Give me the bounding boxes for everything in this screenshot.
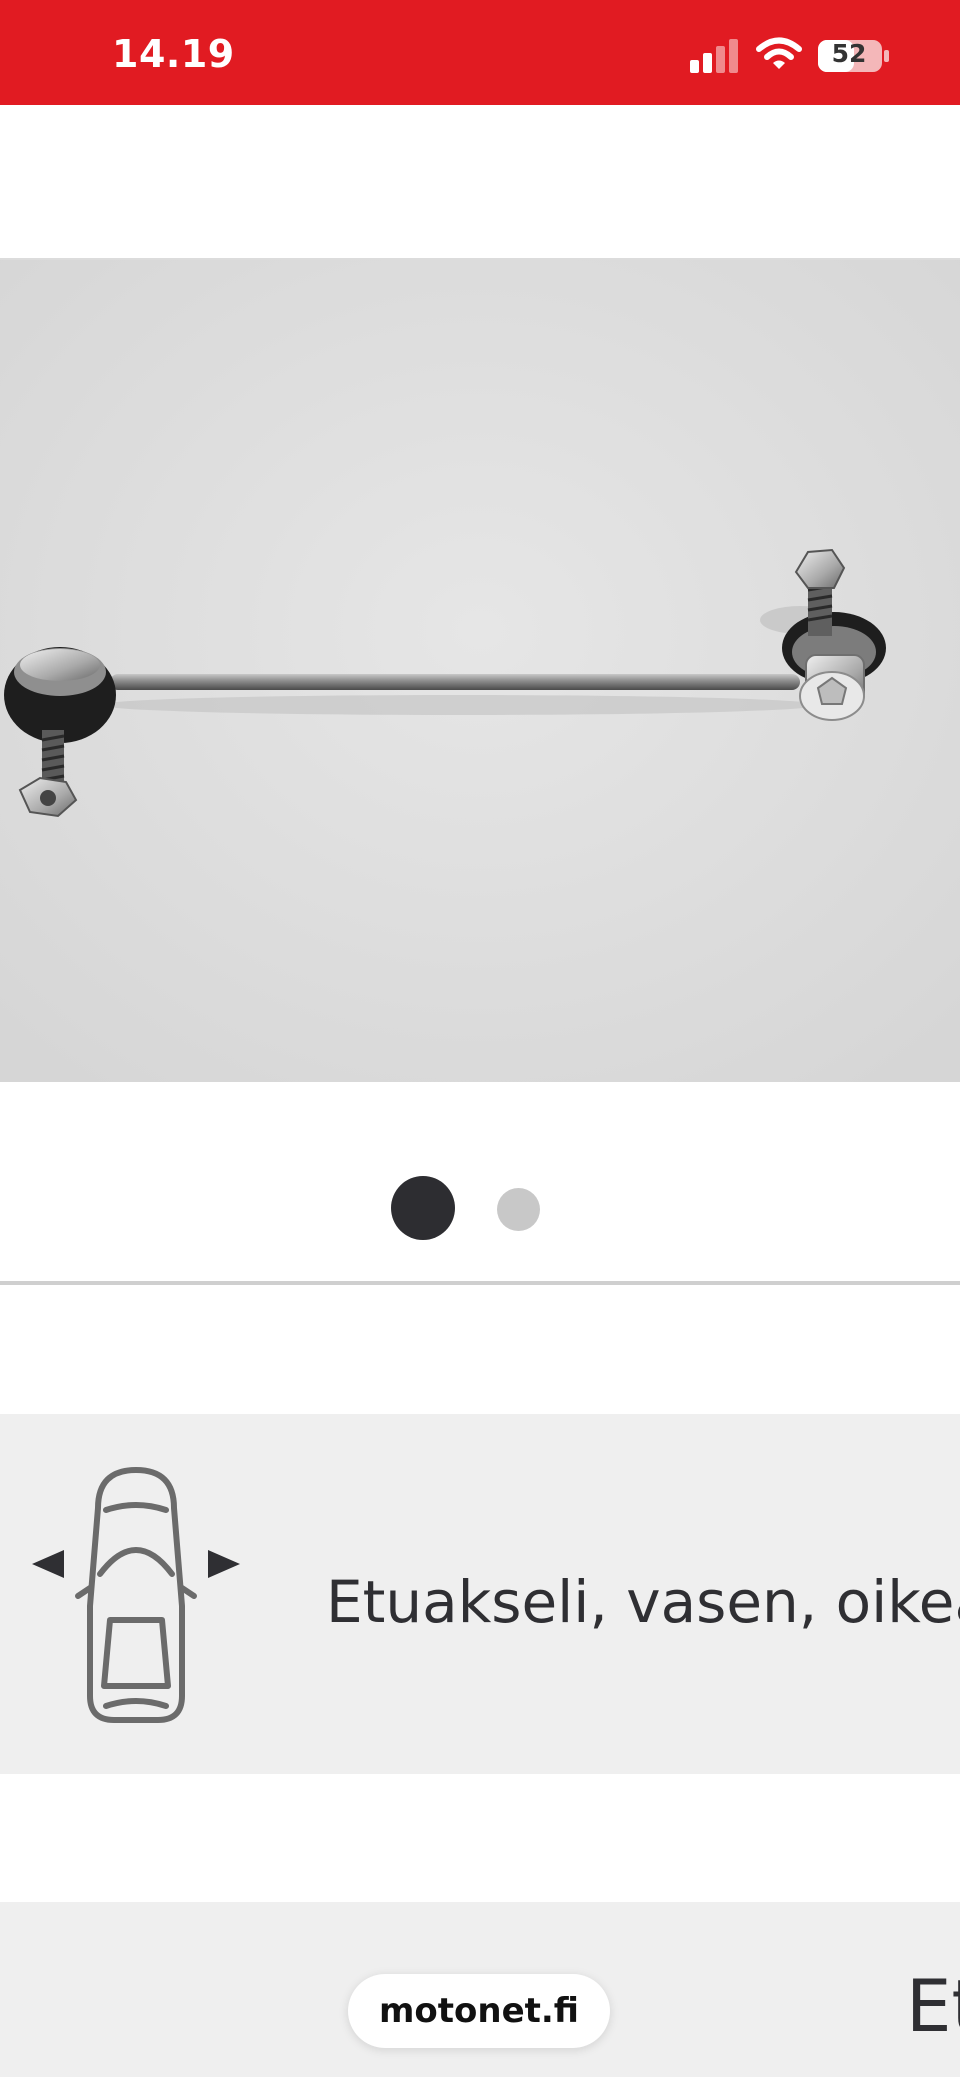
battery-level: 52 (831, 39, 867, 68)
status-bar: 14.19 52 (0, 0, 960, 105)
carousel-dots (0, 1172, 960, 1242)
divider (0, 1281, 960, 1285)
car-front-axle-icon (32, 1467, 240, 1723)
signal-icon (690, 39, 738, 73)
carousel-dot-active[interactable] (391, 1176, 455, 1240)
browser-url-pill[interactable]: motonet.fi (348, 1974, 610, 2048)
status-time: 14.19 (112, 32, 235, 76)
fitment-position-panel: Etuakseli, vasen, oikea (0, 1414, 960, 1774)
product-image[interactable] (0, 258, 960, 1082)
stabilizer-link-image (0, 260, 960, 1082)
wifi-icon (756, 37, 802, 69)
carousel-dot[interactable] (497, 1188, 540, 1231)
clipped-heading: Et (906, 1964, 960, 2048)
bottom-panel: Et motonet.fi (0, 1902, 960, 2077)
fitment-position-text: Etuakseli, vasen, oikea (326, 1568, 960, 1636)
